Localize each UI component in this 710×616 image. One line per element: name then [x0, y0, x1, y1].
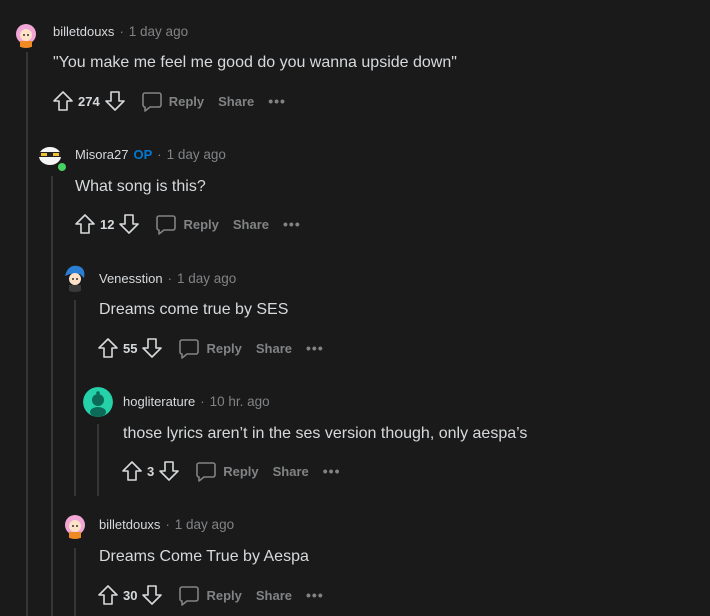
comment-icon: [179, 339, 200, 359]
username[interactable]: hogliterature: [123, 394, 195, 409]
upvote-icon[interactable]: [96, 336, 120, 360]
downvote-icon[interactable]: [140, 583, 164, 607]
username[interactable]: Venesstion: [99, 271, 163, 286]
thread-line[interactable]: [74, 300, 76, 496]
reply-button[interactable]: Reply: [178, 584, 242, 606]
comment-actions: 274 Reply Share •••: [51, 89, 286, 113]
comment-icon: [156, 215, 177, 235]
timestamp[interactable]: 10 hr. ago: [210, 394, 270, 409]
comment-header: billetdouxs · 1 day ago: [53, 24, 188, 39]
share-button[interactable]: Share: [273, 464, 309, 479]
more-options-icon[interactable]: •••: [268, 93, 286, 109]
timestamp[interactable]: 1 day ago: [177, 271, 236, 286]
vote-score: 30: [123, 587, 138, 603]
avatar[interactable]: [60, 262, 90, 292]
reply-label: Reply: [206, 340, 242, 356]
comment-header: hogliterature · 10 hr. ago: [123, 394, 270, 409]
timestamp[interactable]: 1 day ago: [167, 147, 226, 162]
avatar[interactable]: [35, 139, 68, 173]
reply-button[interactable]: Reply: [155, 213, 219, 235]
comment-actions: 12 Reply Share •••: [73, 212, 301, 236]
vote-score: 274: [78, 93, 100, 109]
avatar[interactable]: [11, 18, 41, 48]
share-button[interactable]: Share: [256, 341, 292, 356]
downvote-icon[interactable]: [117, 212, 141, 236]
reply-label: Reply: [183, 216, 219, 232]
more-options-icon[interactable]: •••: [323, 463, 341, 479]
share-button[interactable]: Share: [233, 217, 269, 232]
vote-score: 12: [100, 216, 115, 232]
share-button[interactable]: Share: [218, 94, 254, 109]
comment-actions: 30 Reply Share •••: [96, 583, 324, 607]
timestamp[interactable]: 1 day ago: [175, 517, 234, 532]
more-options-icon[interactable]: •••: [306, 587, 324, 603]
upvote-icon[interactable]: [51, 89, 75, 113]
vote-score: 3: [147, 463, 155, 479]
username[interactable]: billetdouxs: [53, 24, 114, 39]
downvote-icon[interactable]: [140, 336, 164, 360]
comment-text: Dreams Come True by Aespa: [99, 548, 309, 565]
comment-header: Venesstion · 1 day ago: [99, 271, 236, 286]
reply-label: Reply: [223, 463, 259, 479]
username[interactable]: Misora27: [75, 147, 128, 162]
comment-icon: [179, 586, 200, 606]
separator: ·: [157, 147, 162, 162]
thread-line[interactable]: [51, 176, 53, 616]
more-options-icon[interactable]: •••: [306, 340, 324, 356]
comment-text: those lyrics aren’t in the ses version t…: [123, 425, 528, 442]
vote-score: 55: [123, 340, 138, 356]
separator: ·: [165, 517, 170, 532]
thread-line[interactable]: [74, 548, 76, 616]
reply-label: Reply: [168, 93, 205, 109]
share-button[interactable]: Share: [256, 588, 292, 603]
separator: ·: [200, 394, 205, 409]
reply-button[interactable]: Reply: [141, 90, 204, 112]
comment-thread: billetdouxs · 1 day ago "You make me fee…: [0, 0, 710, 616]
reply-button[interactable]: Reply: [195, 460, 259, 482]
timestamp[interactable]: 1 day ago: [129, 24, 188, 39]
separator: ·: [119, 24, 124, 39]
username[interactable]: billetdouxs: [99, 517, 160, 532]
comment-header: Misora27 OP · 1 day ago: [75, 147, 226, 162]
thread-line[interactable]: [26, 52, 28, 616]
avatar[interactable]: [60, 509, 90, 539]
upvote-icon[interactable]: [120, 459, 144, 483]
op-badge: OP: [133, 147, 153, 162]
comment-text: What song is this?: [75, 178, 206, 195]
upvote-icon[interactable]: [73, 212, 97, 236]
separator: ·: [167, 271, 172, 286]
comment-icon: [141, 92, 162, 112]
more-options-icon[interactable]: •••: [283, 216, 301, 232]
upvote-icon[interactable]: [96, 583, 120, 607]
reply-label: Reply: [206, 587, 242, 603]
comment-text: Dreams come true by SES: [99, 301, 289, 318]
comment-icon: [196, 462, 217, 482]
comment-text: "You make me feel me good do you wanna u…: [53, 54, 457, 71]
reply-button[interactable]: Reply: [178, 337, 242, 359]
comment-actions: 55 Reply Share •••: [96, 336, 324, 360]
comment-header: billetdouxs · 1 day ago: [99, 517, 234, 532]
comment-actions: 3 Reply Share •••: [120, 459, 341, 483]
downvote-icon[interactable]: [103, 89, 127, 113]
avatar[interactable]: [83, 387, 113, 417]
thread-line[interactable]: [97, 424, 99, 496]
downvote-icon[interactable]: [157, 459, 181, 483]
